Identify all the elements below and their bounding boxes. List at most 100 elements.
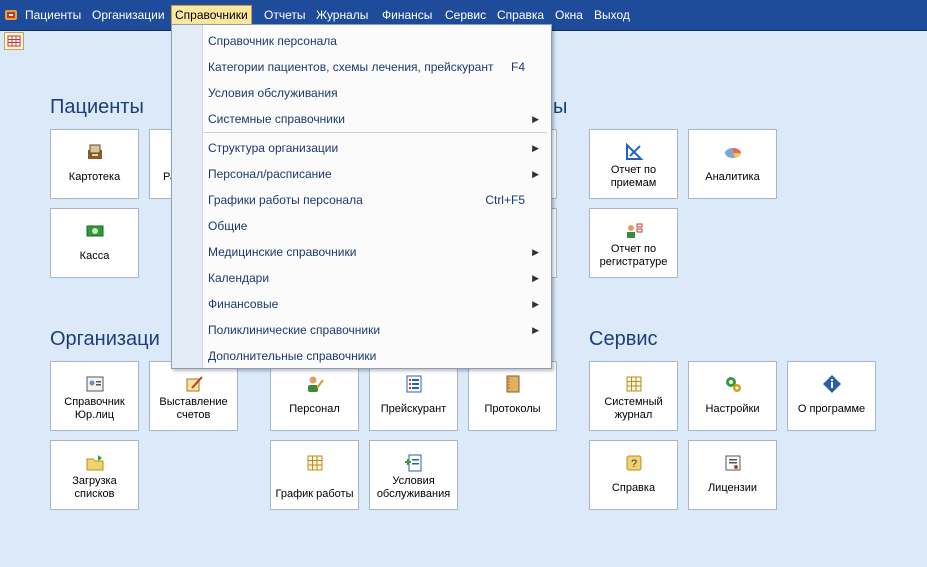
tile-litsenzii[interactable]: Лицензии [688, 440, 777, 510]
dd-item-label: Поликлинические справочники [208, 323, 381, 337]
dd-item-label: Системные справочники [208, 112, 345, 126]
menu-organizations[interactable]: Организации [89, 7, 168, 24]
tile-label: Настройки [705, 403, 760, 415]
tile-protokoly[interactable]: Протоколы [468, 361, 557, 431]
tile-o-programme[interactable]: О программе [787, 361, 876, 431]
tile-label: Прейскурант [380, 403, 447, 415]
tile-personal[interactable]: Персонал [270, 361, 359, 431]
money-icon [86, 225, 103, 237]
dd-item-label: Справочник персонала [208, 34, 337, 48]
section-title-reports: ы [553, 96, 568, 118]
tile-spravka[interactable]: ? Справка [589, 440, 678, 510]
references-dropdown-menu: Справочник персонала Категории пациентов… [171, 24, 552, 369]
tile-label: О программе [797, 403, 866, 415]
submenu-arrow-icon: ▶ [532, 169, 539, 179]
submenu-arrow-icon: ▶ [532, 247, 539, 257]
menu-references[interactable]: Справочники [171, 5, 252, 26]
tile-label: Отчет по приемам [610, 164, 657, 189]
dd-item-label: Медицинские справочники [208, 245, 357, 259]
section-title-service: Сервис [589, 328, 658, 350]
dd-item-org-structure[interactable]: Структура организации ▶ [208, 138, 543, 158]
menu-reports[interactable]: Отчеты [261, 7, 308, 24]
submenu-arrow-icon: ▶ [532, 114, 539, 124]
dd-item-staff-directory[interactable]: Справочник персонала [208, 31, 543, 51]
document-plus-icon [404, 454, 421, 472]
menu-service[interactable]: Сервис [442, 7, 489, 24]
tile-label: Справочник Юр.лиц [64, 396, 125, 421]
dd-item-general[interactable]: Общие [208, 216, 543, 236]
help-question-icon: ? [626, 455, 641, 471]
section-title-patients: Пациенты [50, 96, 144, 118]
tile-grafik-raboty[interactable]: График работы [270, 440, 359, 510]
license-document-icon [725, 455, 740, 471]
tile-spravochnik-yur[interactable]: Справочник Юр.лиц [50, 361, 139, 431]
dd-item-service-conditions[interactable]: Условия обслуживания [208, 83, 543, 103]
app-logo-icon[interactable] [4, 8, 18, 22]
dd-item-patient-categories[interactable]: Категории пациентов, схемы лечения, прей… [208, 57, 543, 77]
tile-label: Загрузка списков [72, 475, 117, 500]
gears-icon [725, 377, 741, 392]
notebook-icon [506, 375, 519, 393]
menu-finance[interactable]: Финансы [379, 7, 435, 24]
dd-item-work-schedules[interactable]: Графики работы персонала Ctrl+F5 [208, 190, 543, 210]
tile-preyskurant[interactable]: Прейскурант [369, 361, 458, 431]
dd-item-system-references[interactable]: Системные справочники ▶ [208, 109, 543, 129]
person-pencil-icon [307, 376, 324, 392]
dd-item-label: Условия обслуживания [208, 86, 338, 100]
dd-item-shortcut: F4 [510, 60, 525, 74]
dd-item-financial[interactable]: Финансовые ▶ [208, 294, 543, 314]
tile-analitika[interactable]: Аналитика [688, 129, 777, 199]
menu-patients[interactable]: Пациенты [22, 7, 84, 24]
tile-label: Персонал [289, 403, 340, 415]
card-file-icon [87, 144, 102, 159]
tile-label: График работы [275, 488, 354, 500]
dd-item-label: Графики работы персонала [208, 193, 363, 207]
tile-label: Системный журнал [604, 396, 663, 421]
dd-item-additional-references[interactable]: Дополнительные справочники [208, 346, 543, 366]
tile-label: Касса [79, 250, 110, 262]
dd-item-label: Структура организации [208, 141, 339, 155]
tile-vystavlenie[interactable]: Выставление счетов [149, 361, 238, 431]
tile-usloviya[interactable]: Условия обслуживания [369, 440, 458, 510]
submenu-arrow-icon: ▶ [532, 299, 539, 309]
dd-item-label: Общие [208, 219, 248, 233]
tile-otchet-registrature[interactable]: Отчет по регистратуре [589, 208, 678, 278]
tile-label: Картотека [68, 171, 121, 183]
pie-chart-icon [724, 148, 741, 158]
menu-separator [204, 132, 547, 133]
price-list-icon [406, 375, 421, 393]
dd-item-calendars[interactable]: Календари ▶ [208, 268, 543, 288]
calendar-grid-icon [307, 455, 322, 471]
id-card-icon [86, 376, 103, 392]
tile-kassa[interactable]: Касса [50, 208, 139, 278]
dd-item-staff-schedule[interactable]: Персонал/расписание ▶ [208, 164, 543, 184]
tile-label: Условия обслуживания [376, 475, 451, 500]
submenu-arrow-icon: ▶ [532, 273, 539, 283]
grid-view-icon[interactable] [4, 32, 24, 50]
log-grid-icon [626, 376, 641, 392]
menu-windows[interactable]: Окна [552, 7, 586, 24]
tile-nastroyki[interactable]: Настройки [688, 361, 777, 431]
tile-label: Справка [611, 482, 656, 494]
section-title-organizations: Организаци [50, 328, 160, 350]
dd-item-label: Категории пациентов, схемы лечения, прей… [208, 60, 494, 74]
tile-zagruzka[interactable]: Загрузка списков [50, 440, 139, 510]
tile-label: Протоколы [484, 403, 541, 415]
menu-help[interactable]: Справка [494, 7, 547, 24]
tile-kartoteka[interactable]: Картотека [50, 129, 139, 199]
info-diamond-icon [822, 375, 841, 393]
dd-item-shortcut: Ctrl+F5 [485, 193, 525, 207]
menu-journals[interactable]: Журналы [313, 7, 371, 24]
dd-item-label: Финансовые [208, 297, 279, 311]
invoice-pencil-icon [186, 376, 203, 392]
tile-label: Отчет по регистратуре [599, 243, 668, 268]
menu-exit[interactable]: Выход [591, 7, 633, 24]
dd-item-medical-references[interactable]: Медицинские справочники ▶ [208, 242, 543, 262]
users-list-icon [626, 223, 642, 238]
dd-item-label: Персонал/расписание [208, 167, 332, 181]
tile-otchet-priemam[interactable]: Отчет по приемам [589, 129, 678, 199]
dd-item-polyclinic-references[interactable]: Поликлинические справочники ▶ [208, 320, 543, 340]
ruler-triangle-icon [625, 142, 643, 160]
tile-sistemny-zhurnal[interactable]: Системный журнал [589, 361, 678, 431]
dd-item-label: Календари [208, 271, 270, 285]
